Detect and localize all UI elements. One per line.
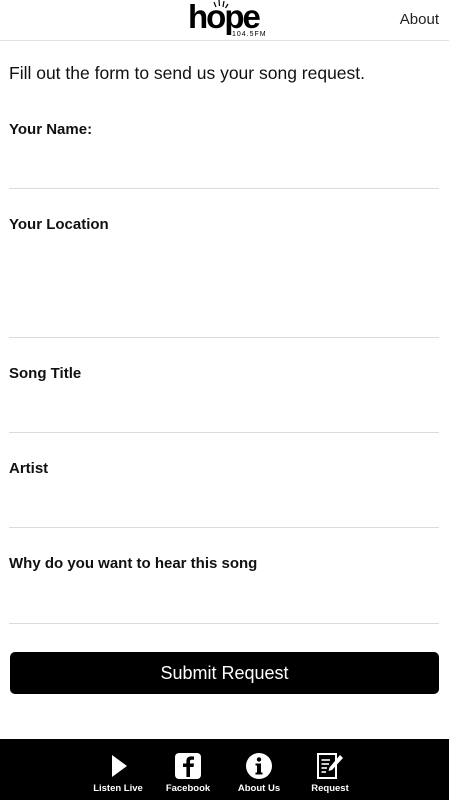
tab-label: Facebook: [165, 783, 211, 794]
tab-facebook[interactable]: Facebook: [153, 739, 223, 800]
info-icon: [246, 753, 272, 779]
logo-wordmark: hope: [188, 0, 261, 35]
tab-label: About Us: [237, 783, 281, 794]
submit-request-button[interactable]: Submit Request: [10, 652, 439, 694]
tab-label: Request: [311, 783, 349, 794]
tab-about-us[interactable]: About Us: [224, 739, 294, 800]
form-intro: Fill out the form to send us your song r…: [9, 63, 366, 83]
tab-request[interactable]: Request: [295, 739, 365, 800]
location-field[interactable]: [9, 241, 439, 338]
name-label: Your Name:: [9, 121, 93, 138]
tab-listen-live[interactable]: Listen Live: [83, 739, 153, 800]
location-label: Your Location: [9, 216, 109, 233]
song-title-field[interactable]: [9, 390, 439, 433]
artist-label: Artist: [9, 460, 49, 477]
station-logo[interactable]: hope 104.5FM: [188, 0, 267, 40]
reason-field[interactable]: [9, 580, 439, 624]
facebook-icon: [175, 753, 201, 779]
play-icon: [112, 755, 127, 777]
name-field[interactable]: [9, 146, 439, 189]
song-title-label: Song Title: [9, 365, 82, 382]
bottom-tab-bar: Listen Live Facebook About Us Request: [0, 739, 449, 800]
edit-note-icon: [317, 753, 343, 779]
about-link[interactable]: About: [400, 11, 439, 28]
tab-label: Listen Live: [93, 783, 143, 794]
logo-frequency: 104.5FM: [232, 31, 267, 38]
reason-label: Why do you want to hear this song: [9, 555, 258, 572]
artist-field[interactable]: [9, 485, 439, 528]
app-header: hope 104.5FM About: [0, 0, 449, 41]
